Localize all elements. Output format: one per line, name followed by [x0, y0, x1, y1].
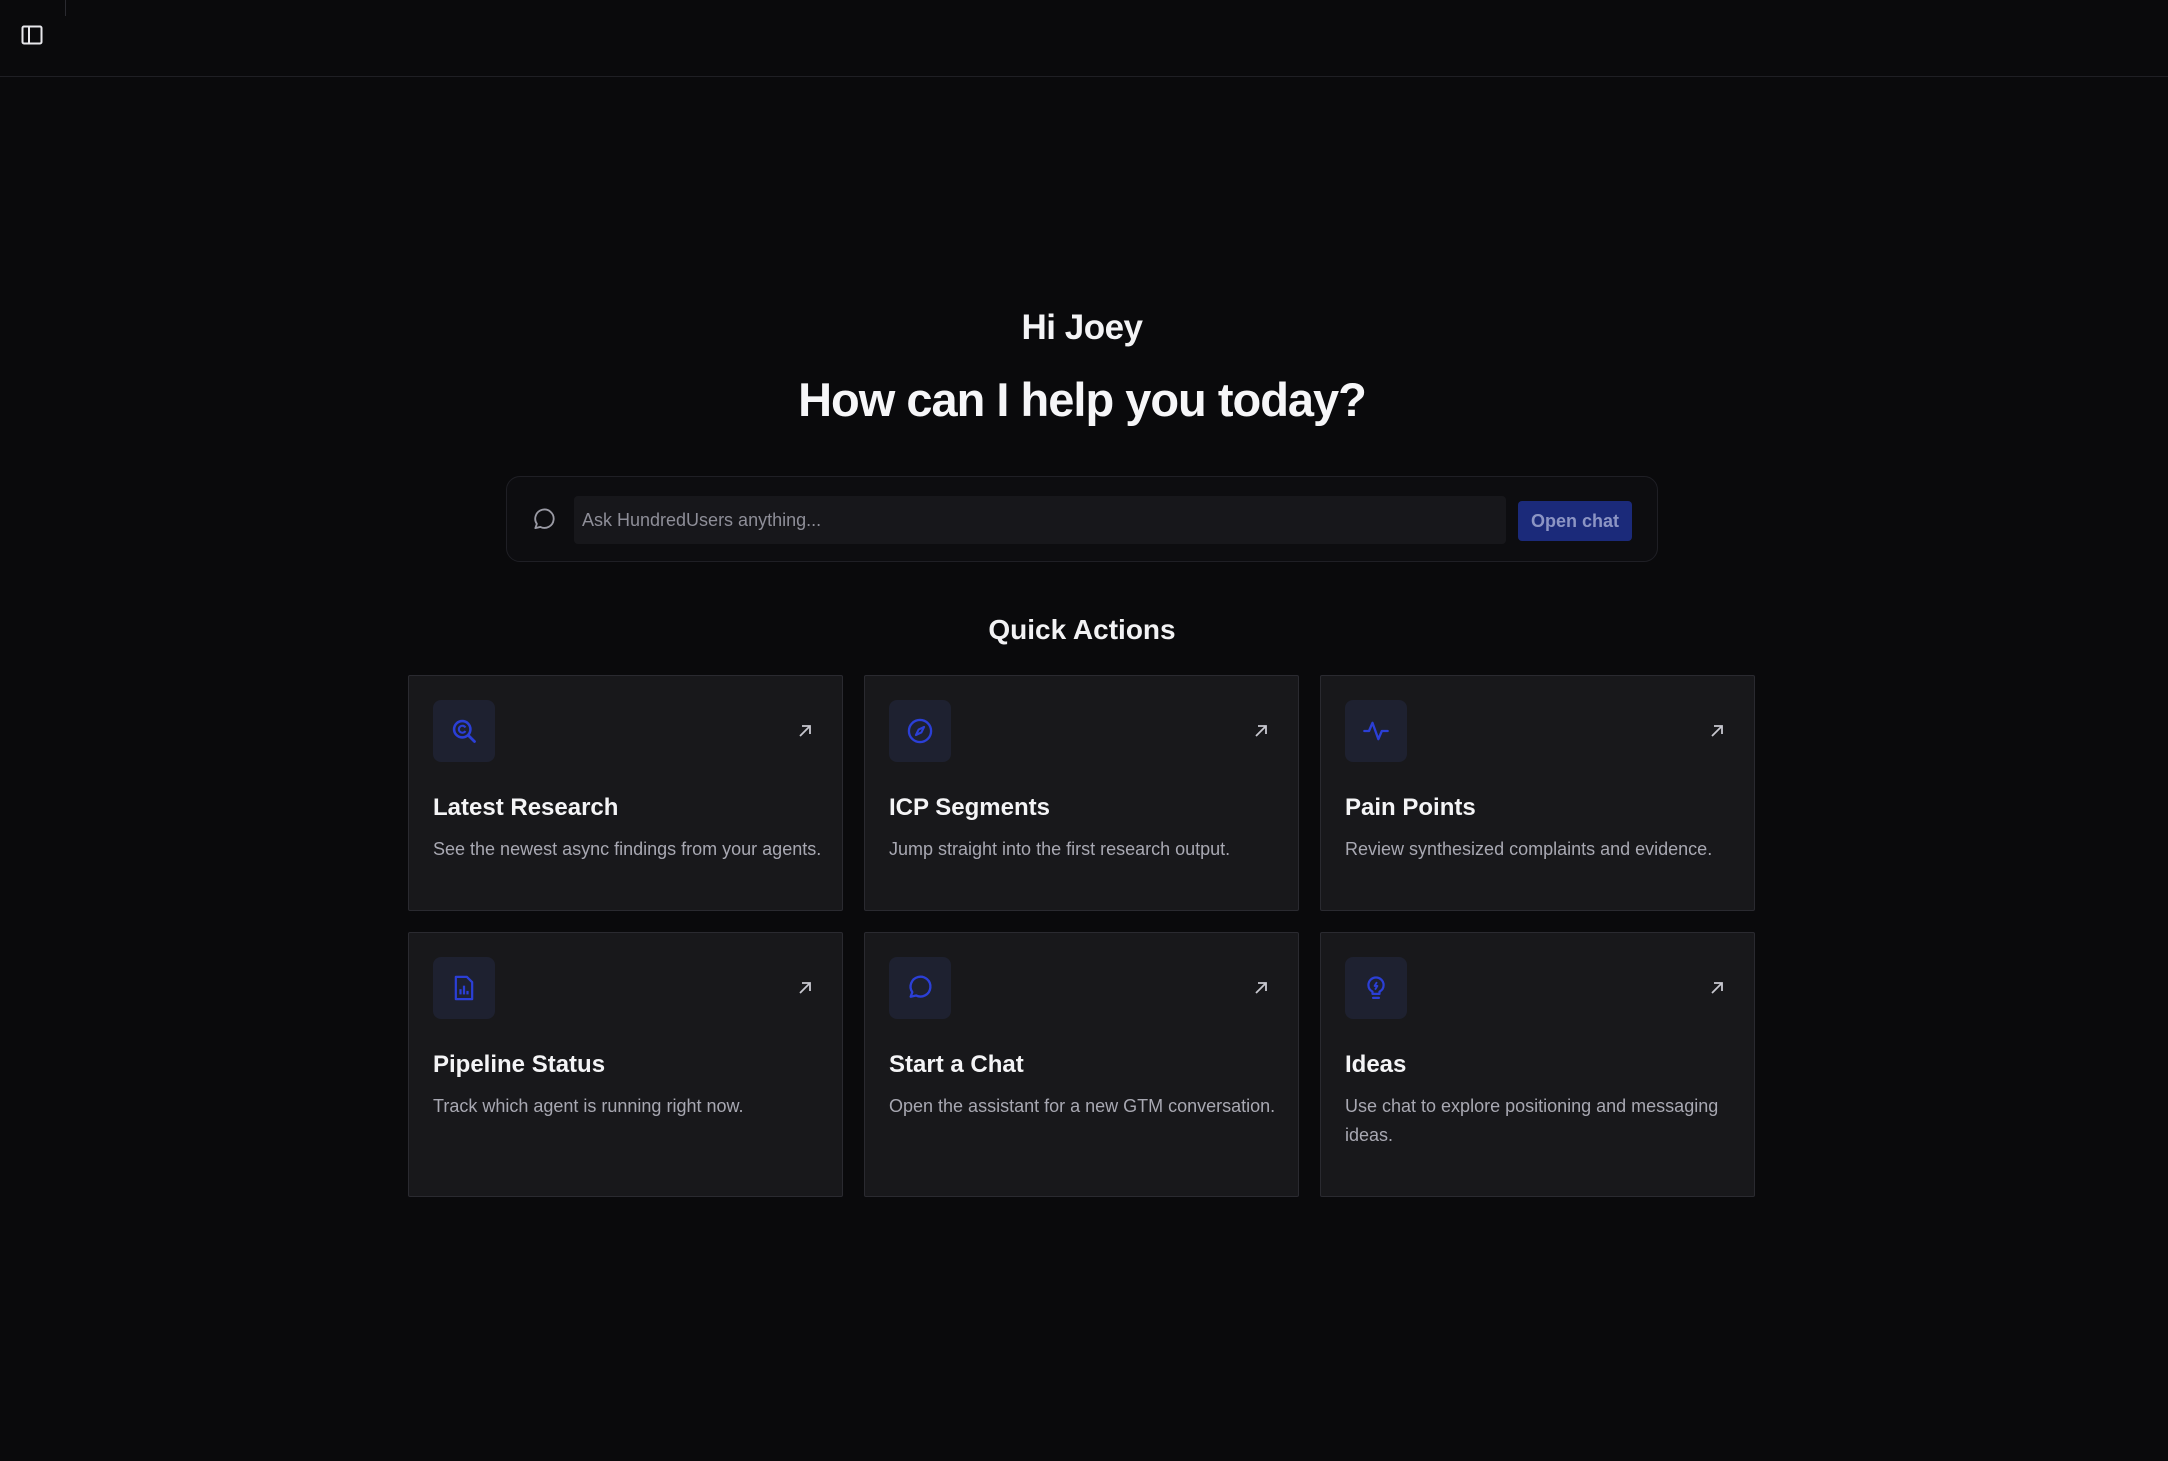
- card-title: Start a Chat: [889, 1051, 1024, 1078]
- quick-action-ideas[interactable]: Ideas Use chat to explore positioning an…: [1320, 932, 1755, 1197]
- message-circle-icon: [534, 508, 555, 530]
- quick-actions-title: Quick Actions: [988, 614, 1176, 645]
- arrow-up-right-icon: [799, 982, 811, 994]
- card-title: Latest Research: [433, 794, 619, 821]
- search-icon: [452, 719, 476, 743]
- panel-left-icon: [21, 25, 43, 45]
- compass-icon: [907, 718, 933, 744]
- activity-icon: [1363, 721, 1389, 741]
- greeting: Hi Joey: [1021, 308, 1144, 347]
- chat-input[interactable]: [574, 496, 1506, 544]
- top-bar-divider: [65, 0, 66, 16]
- card-description: Jump straight into the first research ou…: [889, 839, 1231, 859]
- open-chat-button[interactable]: Open chat: [1518, 501, 1632, 541]
- file-chart-icon: [454, 975, 474, 1001]
- arrow-up-right-icon: [799, 725, 811, 737]
- card-icon-box: [1345, 700, 1407, 762]
- card-title: ICP Segments: [889, 794, 1050, 821]
- card-description: Use chat to explore positioning and mess…: [1345, 1096, 1719, 1145]
- quick-action-pipeline-status[interactable]: Pipeline Status Track which agent is run…: [408, 932, 843, 1197]
- quick-action-icp-segments[interactable]: ICP Segments Jump straight into the firs…: [864, 675, 1299, 911]
- page-title: How can I help you today?: [798, 373, 1367, 426]
- card-icon-box: [433, 957, 495, 1019]
- card-description: Open the assistant for a new GTM convers…: [889, 1096, 1276, 1116]
- card-description: Track which agent is running right now.: [433, 1096, 744, 1116]
- card-description: See the newest async findings from your …: [433, 839, 822, 859]
- card-description: Review synthesized complaints and eviden…: [1345, 839, 1713, 859]
- quick-action-pain-points[interactable]: Pain Points Review synthesized complaint…: [1320, 675, 1755, 911]
- card-icon-box: [889, 957, 951, 1019]
- arrow-up-right-icon: [1255, 725, 1267, 737]
- arrow-up-right-icon: [1711, 982, 1723, 994]
- message-circle-icon: [909, 975, 932, 998]
- card-icon-box: [889, 700, 951, 762]
- lightbulb-icon: [1367, 976, 1385, 1000]
- quick-action-latest-research[interactable]: Latest Research See the newest async fin…: [408, 675, 843, 911]
- card-title: Ideas: [1345, 1051, 1407, 1078]
- card-title: Pipeline Status: [433, 1051, 606, 1078]
- card-title: Pain Points: [1345, 794, 1476, 821]
- quick-action-start-chat[interactable]: Start a Chat Open the assistant for a ne…: [864, 932, 1299, 1197]
- chat-bar: Open chat: [506, 476, 1658, 562]
- arrow-up-right-icon: [1255, 982, 1267, 994]
- sidebar-toggle-button[interactable]: [20, 23, 44, 47]
- card-icon-box: [433, 700, 495, 762]
- arrow-up-right-icon: [1711, 725, 1723, 737]
- top-bar: [0, 0, 2168, 77]
- card-icon-box: [1345, 957, 1407, 1019]
